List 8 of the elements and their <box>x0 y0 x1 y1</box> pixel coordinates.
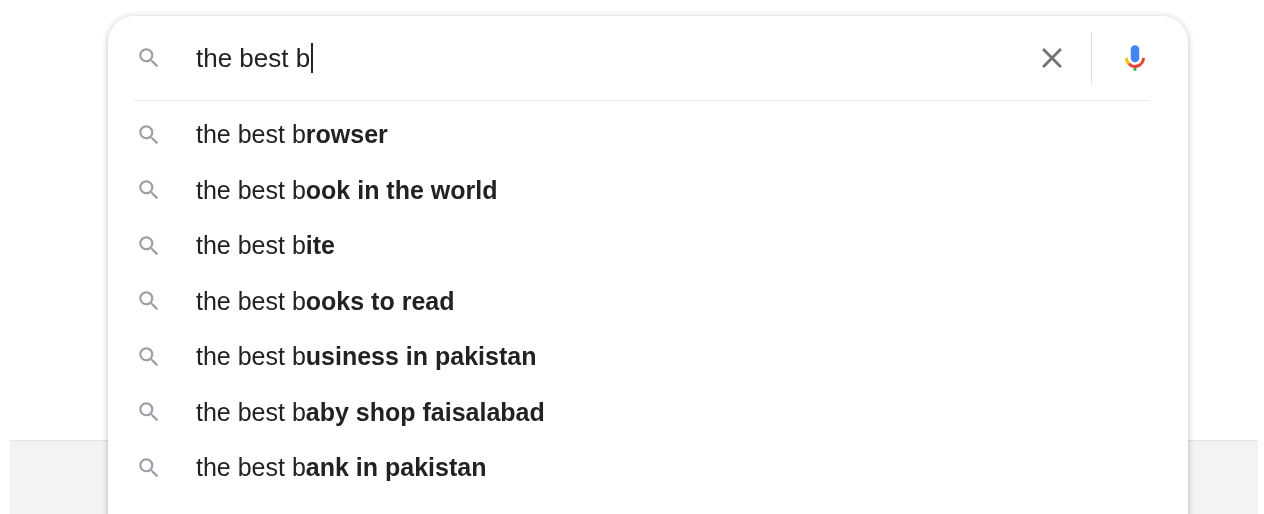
suggestion-item[interactable]: the best browser <box>196 120 388 150</box>
suggestion-item[interactable]: the best bite <box>196 231 335 261</box>
suggestion-item[interactable]: the best books to read <box>196 286 455 316</box>
search-field[interactable]: the best b <box>196 42 1035 74</box>
suggestion-item[interactable]: the best book in the world <box>196 175 498 205</box>
suggestion-item[interactable]: the best bank in pakistan <box>196 453 487 483</box>
suggestion-item[interactable]: the best baby shop faisalabad <box>196 397 545 427</box>
suggestion-item[interactable]: the best business in pakistan <box>196 342 537 372</box>
